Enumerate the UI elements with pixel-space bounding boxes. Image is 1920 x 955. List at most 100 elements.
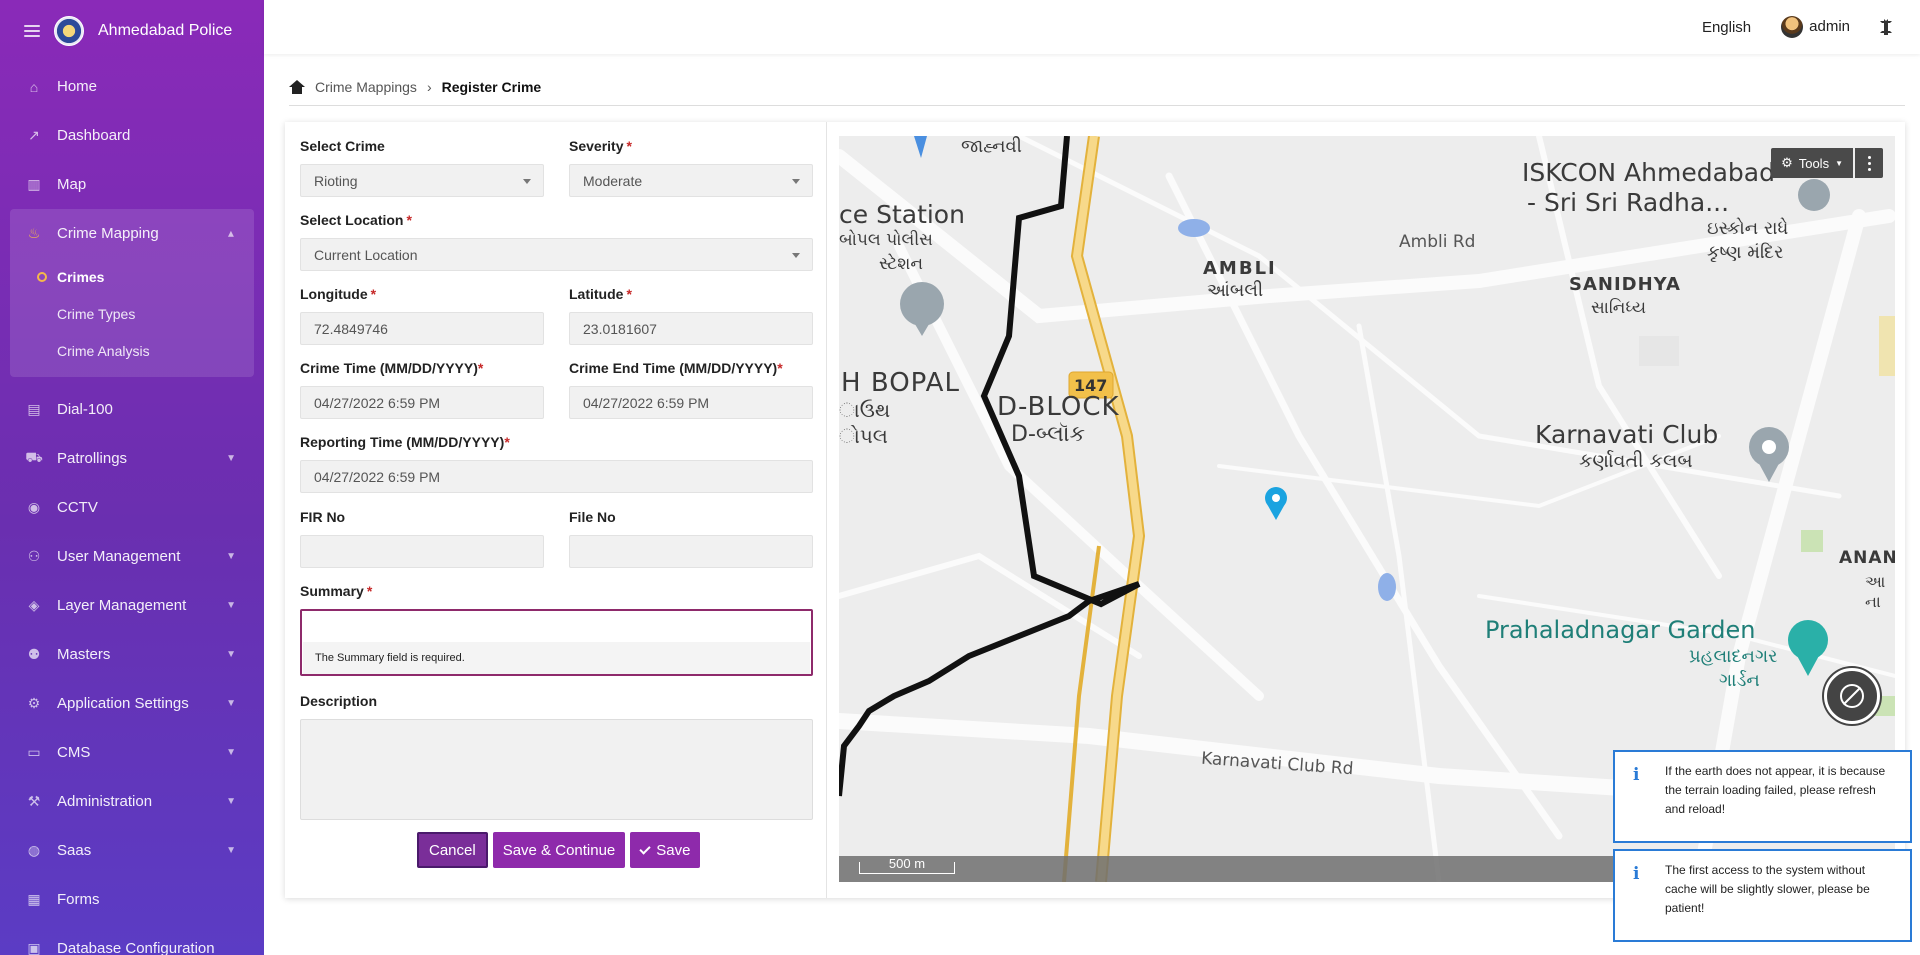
fir-no-input[interactable]	[300, 535, 544, 568]
crime-time-input[interactable]: 04/27/2022 6:59 PM	[300, 386, 544, 419]
sidebar-item-cctv[interactable]: ◉ CCTV	[0, 483, 264, 532]
form-map-divider	[826, 122, 827, 898]
field-label: File No	[569, 509, 616, 525]
save-button[interactable]: Save	[630, 832, 701, 868]
crime-end-time-input[interactable]: 04/27/2022 6:59 PM	[569, 386, 813, 419]
select-location-field: Select Location * Current Location	[300, 212, 813, 271]
sidebar-item-label: CCTV	[57, 499, 98, 516]
map-label-station-gu: બોપલ પોલીસ	[839, 230, 933, 250]
sidebar-item-dial-100[interactable]: ▤ Dial-100	[0, 385, 264, 434]
sidebar-item-label: Map	[57, 176, 87, 193]
scale-indicator: 500 m	[859, 857, 955, 874]
sidebar-subitem-crime-analysis[interactable]: Crime Analysis	[10, 332, 254, 369]
form-icon: ▦	[27, 891, 41, 907]
chevron-down-icon: ▼	[226, 600, 236, 611]
map-label-ambli-gu: આંબલી	[1207, 280, 1264, 301]
cogs-icon: ⚙	[27, 695, 41, 711]
selected-value: Current Location	[314, 246, 418, 263]
chevron-down-icon: ▼	[226, 551, 236, 562]
sidebar-item-label: CMS	[57, 744, 91, 761]
description-field: Description	[300, 693, 813, 820]
sidebar-item-home[interactable]: ⌂ Home	[0, 62, 264, 111]
map-label-dblock-gu: D-બ્લૉક	[1011, 422, 1086, 447]
map-label-prahlad-gu-2: ગાર્ડન	[1719, 670, 1760, 691]
language-selector[interactable]: English	[1702, 19, 1751, 36]
chevron-down-icon: ▼	[226, 845, 236, 856]
sidebar-item-user-management[interactable]: ⚇ User Management ▼	[0, 532, 264, 581]
breadcrumb-parent[interactable]: Crime Mappings	[315, 79, 417, 95]
home-icon: ⌂	[29, 78, 39, 95]
app-title: Ahmedabad Police	[98, 22, 233, 39]
sidebar-item-crime-mapping[interactable]: ♨ Crime Mapping ▼	[10, 209, 254, 258]
more-vertical-icon[interactable]	[1855, 148, 1883, 178]
users-icon: ⚉	[27, 646, 41, 662]
user-menu[interactable]: admin	[1781, 16, 1850, 38]
sidebar-item-application-settings[interactable]: ⚙ Application Settings ▼	[0, 679, 264, 728]
field-label: Description	[300, 693, 378, 709]
save-continue-button[interactable]: Save & Continue	[492, 832, 626, 868]
input-value: 04/27/2022 6:59 PM	[314, 394, 441, 411]
latitude-input[interactable]: 23.0181607	[569, 312, 813, 345]
sidebar-item-label: Masters	[57, 646, 111, 663]
window-icon: ▭	[27, 744, 41, 760]
toast-terrain-warning[interactable]: i If the earth does not appear, it is be…	[1613, 750, 1912, 843]
chart-line-icon: ↗	[28, 127, 40, 143]
users-cog-icon: ⚇	[27, 548, 41, 564]
map-toolbar: ⚙ Tools ▼	[1771, 148, 1883, 178]
home-icon[interactable]	[289, 79, 305, 94]
severity-dropdown[interactable]: Moderate	[569, 164, 813, 197]
field-label: Select Crime	[300, 138, 385, 154]
map-label-bopal: H BOPAL	[841, 368, 960, 398]
map-label-karnavati-club-gu: કર્ણાવતી કલબ	[1579, 450, 1693, 472]
toast-cache-warning[interactable]: i The first access to the system without…	[1613, 849, 1912, 942]
fullscreen-icon[interactable]	[1880, 19, 1892, 35]
reporting-time-input[interactable]: 04/27/2022 6:59 PM	[300, 460, 813, 493]
sidebar-subitem-crime-types[interactable]: Crime Types	[10, 295, 254, 332]
sidebar-item-administration[interactable]: ⚒ Administration ▼	[0, 777, 264, 826]
compass-icon[interactable]	[1824, 668, 1880, 724]
sidebar-subitem-crimes[interactable]: Crimes	[10, 258, 254, 295]
map-label-karnavati-club: Karnavati Club	[1535, 420, 1719, 449]
caret-down-icon	[792, 179, 800, 184]
sidebar-item-patrollings[interactable]: ⛟ Patrollings ▼	[0, 434, 264, 483]
map-label-dblock: D-BLOCK	[997, 392, 1120, 422]
sidebar-item-cms[interactable]: ▭ CMS ▼	[0, 728, 264, 777]
hamburger-icon[interactable]	[24, 25, 40, 37]
field-label: FIR No	[300, 509, 346, 525]
sidebar-item-masters[interactable]: ⚉ Masters ▼	[0, 630, 264, 679]
field-label: Severity *	[569, 138, 632, 154]
sidebar-item-forms[interactable]: ▦ Forms	[0, 875, 264, 924]
select-location-dropdown[interactable]: Current Location	[300, 238, 813, 271]
sidebar-item-dashboard[interactable]: ↗ Dashboard	[0, 111, 264, 160]
map-label-sanidhya-gu: સાનિધ્ય	[1591, 298, 1647, 318]
field-label: Crime Time (MM/DD/YYYY)*	[300, 360, 484, 376]
latitude-field: Latitude * 23.0181607	[569, 286, 813, 345]
tools-dropdown-button[interactable]: ⚙ Tools ▼	[1771, 148, 1853, 178]
sidebar-item-database-configuration[interactable]: ▣ Database Configuration	[0, 924, 264, 955]
sidebar-item-label: Dashboard	[57, 127, 131, 144]
summary-input[interactable]: The Summary field is required.	[300, 609, 813, 676]
field-label: Reporting Time (MM/DD/YYYY)*	[300, 434, 510, 450]
crime-time-field: Crime Time (MM/DD/YYYY)* 04/27/2022 6:59…	[300, 360, 544, 419]
sidebar-item-saas[interactable]: ◍ Saas ▼	[0, 826, 264, 875]
input-value: 04/27/2022 6:59 PM	[314, 468, 441, 485]
sidebar-item-label: Patrollings	[57, 450, 128, 467]
sidebar-item-layer-management[interactable]: ◈ Layer Management ▼	[0, 581, 264, 630]
sidebar-item-map[interactable]: ▥ Map	[0, 160, 264, 209]
map-label-prahlad-gu: પ્રહલાદનગર	[1689, 646, 1778, 667]
description-textarea[interactable]	[300, 719, 813, 820]
field-label: Longitude *	[300, 286, 377, 302]
info-icon: i	[1633, 864, 1640, 884]
file-no-input[interactable]	[569, 535, 813, 568]
selected-value: Rioting	[314, 172, 358, 189]
wrench-icon: ⚒	[27, 793, 41, 809]
sidebar-item-label: Saas	[57, 842, 92, 859]
map-label-station-gu-2: સ્ટેશન	[879, 254, 924, 274]
field-label: Summary *	[300, 583, 373, 599]
select-crime-dropdown[interactable]: Rioting	[300, 164, 544, 197]
cancel-button[interactable]: Cancel	[417, 832, 488, 868]
input-value: 04/27/2022 6:59 PM	[583, 394, 710, 411]
crime-end-time-field: Crime End Time (MM/DD/YYYY)* 04/27/2022 …	[569, 360, 813, 419]
map-label-ambli: AMBLI	[1203, 258, 1277, 279]
longitude-input[interactable]: 72.4849746	[300, 312, 544, 345]
